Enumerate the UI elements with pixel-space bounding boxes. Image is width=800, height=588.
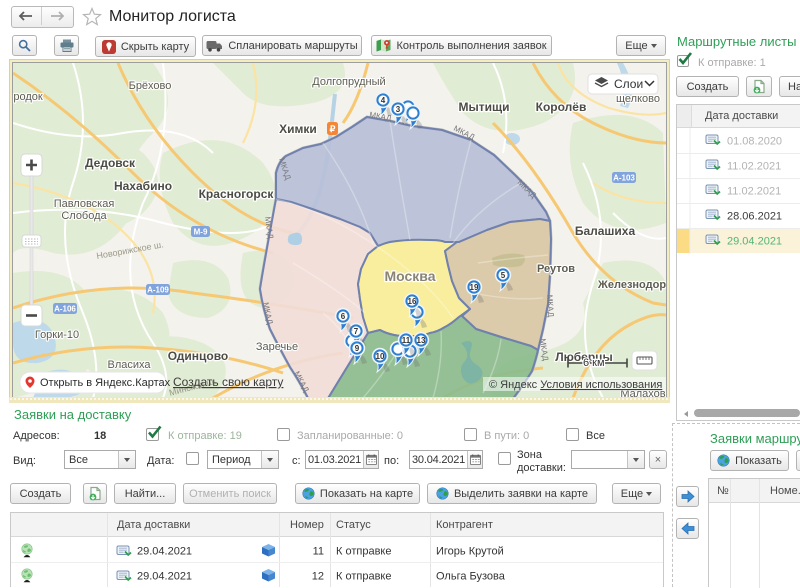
svg-text:Горки-10: Горки-10 — [35, 329, 79, 341]
svg-text:01.08.2020: 01.08.2020 — [727, 136, 782, 148]
svg-text:19: 19 — [470, 283, 479, 292]
svg-text:Москва: Москва — [384, 268, 435, 284]
svg-text:Балашиха: Балашиха — [575, 224, 636, 238]
svg-text:10: 10 — [376, 352, 385, 361]
svg-text:Заречье: Заречье — [256, 341, 298, 353]
svg-text:Химки: Химки — [279, 122, 317, 136]
svg-text:Брёхово: Брёхово — [129, 80, 172, 92]
svg-text:3: 3 — [396, 105, 401, 114]
svg-text:Павловская: Павловская — [54, 198, 115, 210]
svg-text:К отправке: К отправке — [336, 546, 391, 558]
svg-text:А-106: А-106 — [54, 305, 76, 314]
svg-text:Железнодор: Железнодор — [597, 279, 666, 291]
svg-text:А-103: А-103 — [613, 174, 635, 183]
svg-text:Королёв: Королёв — [536, 100, 587, 114]
svg-text:13: 13 — [417, 336, 426, 345]
svg-text:28.06.2021: 28.06.2021 — [727, 211, 782, 223]
svg-text:6 км: 6 км — [583, 357, 605, 369]
svg-text:Слои: Слои — [614, 77, 643, 91]
svg-text:11: 11 — [313, 546, 324, 558]
svg-text:щелково: щелково — [616, 93, 660, 105]
svg-text:12: 12 — [312, 571, 324, 583]
svg-text:Реутов: Реутов — [537, 263, 575, 275]
svg-text:11: 11 — [402, 336, 411, 345]
svg-text:Долгопрудный: Долгопрудный — [312, 76, 385, 88]
svg-text:Ольга Бузова: Ольга Бузова — [436, 571, 506, 583]
svg-text:МКАД: МКАД — [545, 295, 556, 318]
svg-text:16: 16 — [408, 297, 417, 306]
svg-text:4: 4 — [381, 96, 386, 105]
svg-text:Игорь Крутой: Игорь Крутой — [436, 546, 504, 558]
svg-text:Открыть в Яндекс.Картах: Открыть в Яндекс.Картах — [40, 377, 171, 389]
svg-text:Одинцово: Одинцово — [168, 349, 229, 363]
svg-text:11.02.2021: 11.02.2021 — [727, 186, 781, 198]
svg-text:9: 9 — [355, 344, 360, 353]
svg-text:Мытищи: Мытищи — [459, 100, 510, 114]
svg-text:Дедовск: Дедовск — [85, 156, 136, 170]
svg-text:29.04.2021: 29.04.2021 — [137, 571, 192, 583]
svg-text:29.04.2021: 29.04.2021 — [727, 236, 782, 248]
svg-text:11.02.2021: 11.02.2021 — [727, 161, 781, 173]
svg-text:© Яндекс Условия использования: © Яндекс Условия использования — [489, 379, 662, 391]
svg-text:ородок: ородок — [13, 91, 43, 103]
svg-text:₽: ₽ — [330, 124, 336, 134]
svg-text:Создать свою карту: Создать свою карту — [173, 375, 283, 389]
svg-text:7: 7 — [354, 327, 359, 336]
svg-text:А-109: А-109 — [147, 286, 169, 295]
svg-text:Нахабино: Нахабино — [114, 179, 172, 193]
svg-text:5: 5 — [501, 271, 506, 280]
svg-text:К отправке: К отправке — [336, 571, 391, 583]
svg-text:Красногорск: Красногорск — [199, 187, 275, 201]
svg-text:6: 6 — [341, 312, 346, 321]
svg-text:М-9: М-9 — [194, 228, 208, 237]
svg-text:Власиха: Власиха — [107, 359, 151, 371]
svg-text:29.04.2021: 29.04.2021 — [137, 546, 192, 558]
svg-text:Слобода: Слобода — [61, 210, 107, 222]
